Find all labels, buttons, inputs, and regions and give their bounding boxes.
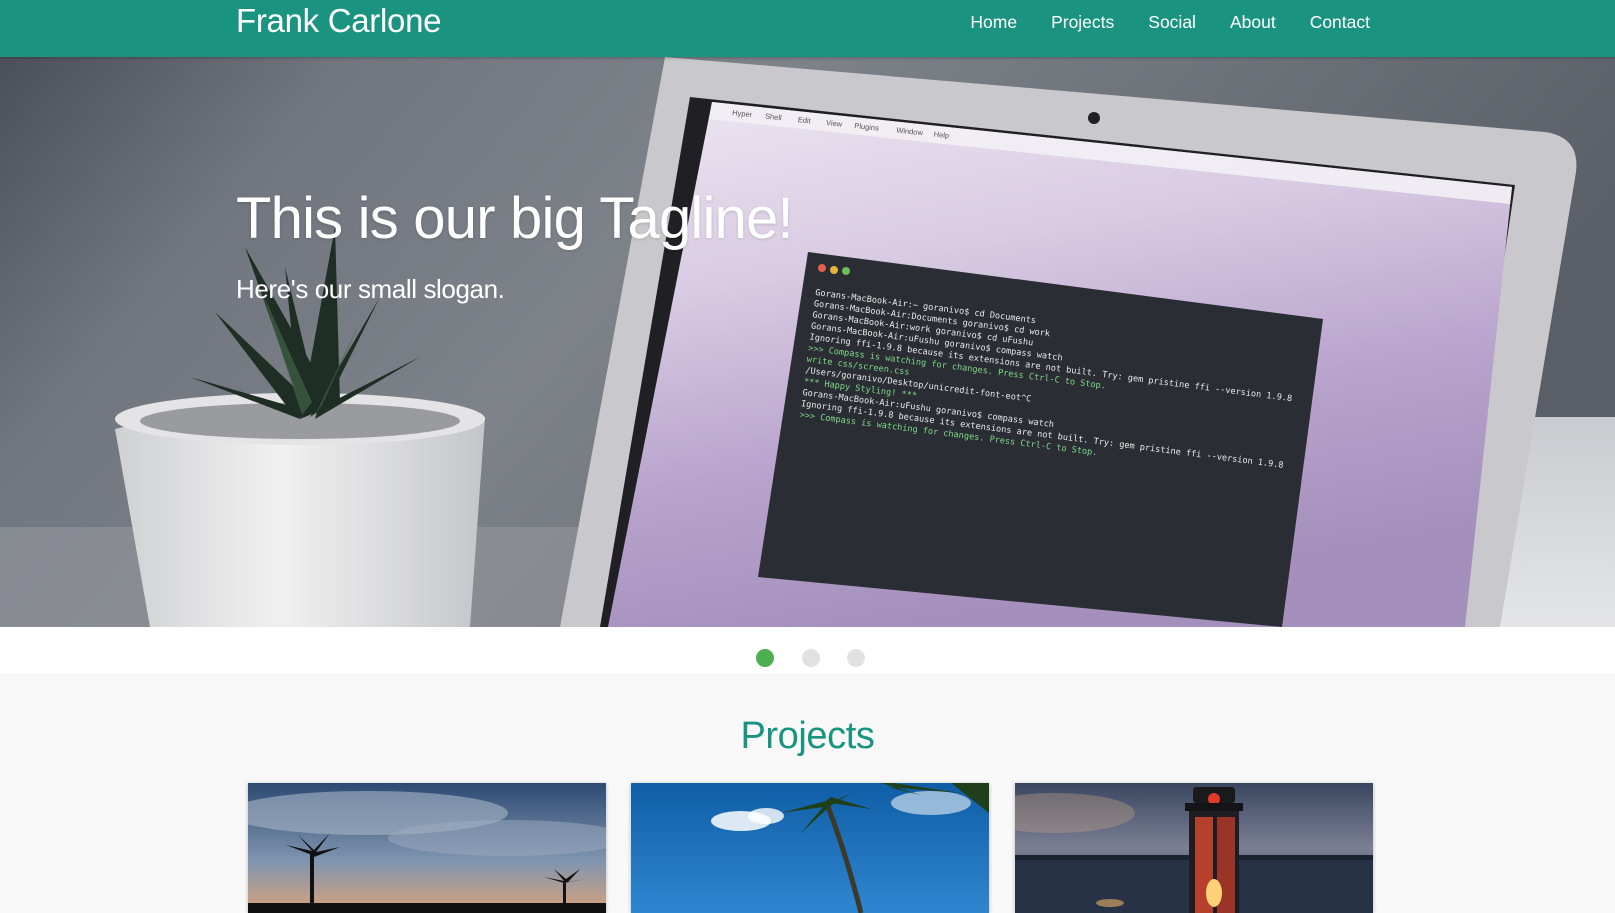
hero-tagline: This is our big Tagline! <box>236 186 794 251</box>
hero-background-image: Gorans-MacBook-Air:~ goranivo$ cd Docume… <box>0 57 1615 627</box>
lantern-lake-dusk-image <box>1015 783 1373 913</box>
nav-links: Home Projects Social About Contact <box>936 0 1370 44</box>
nav-link-about[interactable]: About <box>1230 12 1276 33</box>
projects-section: Projects <box>0 673 1615 913</box>
carousel-indicators <box>0 627 1615 673</box>
palm-trees-sunset-image <box>248 783 606 913</box>
carousel-dot-2[interactable] <box>802 649 820 667</box>
nav-link-social[interactable]: Social <box>1148 12 1196 33</box>
palm-tree-blue-sky-image <box>631 783 989 913</box>
carousel-dot-1[interactable] <box>756 649 774 667</box>
nav-link-contact[interactable]: Contact <box>1310 12 1370 33</box>
brand-logo-link[interactable]: Frank Carlone <box>236 1 441 41</box>
project-card-1[interactable] <box>248 783 606 913</box>
laptop-menubar-item: View <box>826 118 844 129</box>
hero-slogan: Here's our small slogan. <box>236 274 505 304</box>
carousel-dot-3[interactable] <box>847 649 865 667</box>
laptop-menubar-item: Help <box>933 130 949 141</box>
laptop-menubar-item: Edit <box>797 115 812 125</box>
laptop-menubar-item: Shell <box>765 112 783 123</box>
hero-carousel-slide: Gorans-MacBook-Air:~ goranivo$ cd Docume… <box>0 57 1615 627</box>
nav-link-home[interactable]: Home <box>970 12 1017 33</box>
navbar: Frank Carlone Home Projects Social About… <box>0 0 1615 57</box>
nav-link-projects[interactable]: Projects <box>1051 12 1114 33</box>
project-card-2[interactable] <box>631 783 989 913</box>
projects-heading: Projects <box>740 715 875 757</box>
project-card-3[interactable] <box>1015 783 1373 913</box>
